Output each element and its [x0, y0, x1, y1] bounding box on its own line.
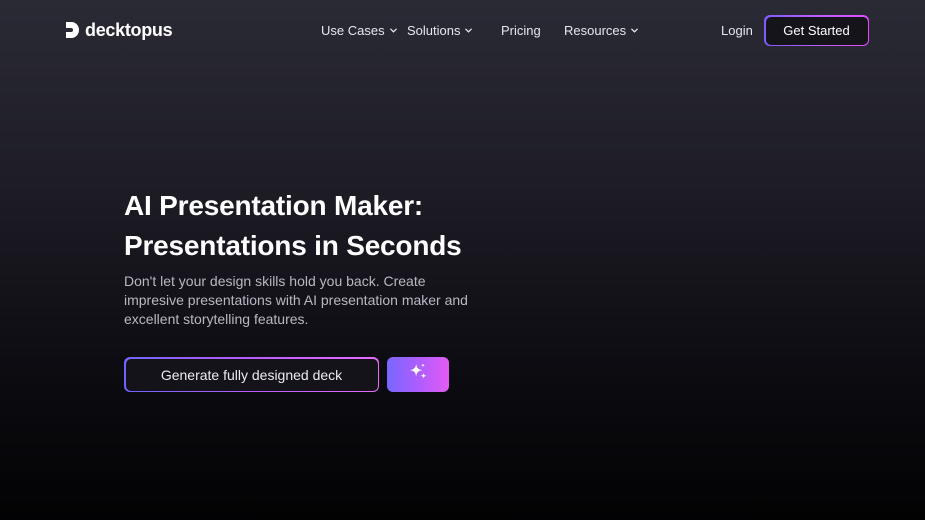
chevron-down-icon: [389, 28, 397, 33]
hero-title: AI Presentation Maker: Presentations in …: [124, 186, 544, 266]
nav-item-pricing[interactable]: Pricing: [501, 20, 541, 40]
login-link[interactable]: Login: [721, 20, 753, 40]
nav-item-label: Resources: [564, 22, 627, 38]
chevron-down-icon: [631, 28, 638, 33]
get-started-button[interactable]: Get Started: [764, 15, 869, 46]
sparkles-icon: [407, 361, 429, 388]
nav-item-use-cases[interactable]: Use Cases: [321, 20, 398, 40]
nav-item-label: Solutions: [407, 22, 461, 38]
generate-deck-button[interactable]: Generate fully designed deck: [124, 357, 379, 392]
nav-item-label: Pricing: [501, 22, 541, 38]
hero-title-line-1: AI Presentation Maker:: [124, 190, 424, 221]
nav-item-solutions[interactable]: Solutions: [407, 20, 473, 40]
chevron-down-icon: [465, 28, 473, 33]
hero-subtitle: Don't let your design skills hold you ba…: [124, 273, 468, 327]
ai-generate-button[interactable]: [387, 357, 449, 392]
hero-title-line-2: Presentations in Seconds: [124, 230, 462, 261]
get-started-label: Get Started: [765, 16, 868, 45]
nav-item-label: Use Cases: [321, 22, 385, 38]
nav-item-resources[interactable]: Resources: [564, 20, 639, 40]
generate-deck-label: Generate fully designed deck: [125, 358, 378, 391]
